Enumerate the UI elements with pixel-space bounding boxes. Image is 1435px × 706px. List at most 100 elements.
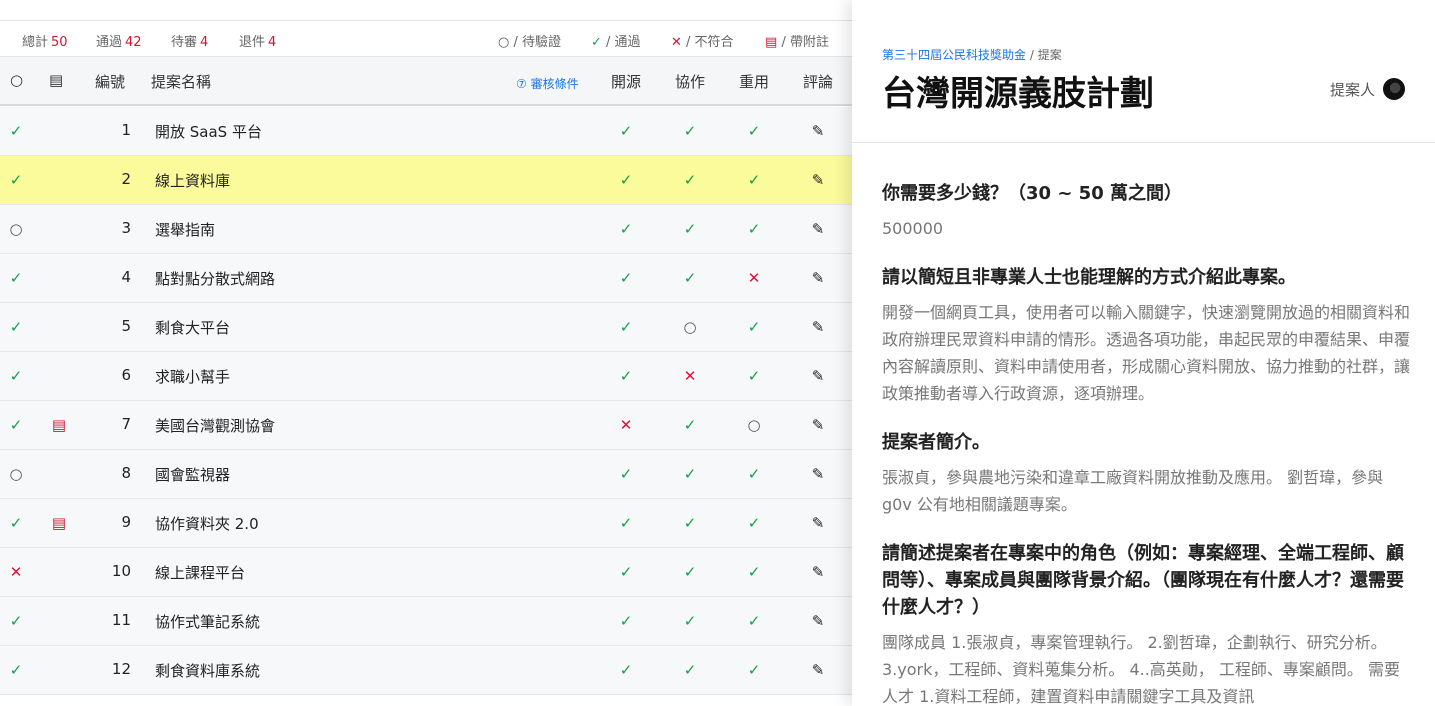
row-reuse[interactable]: ✓ [739,513,769,533]
breadcrumb-link[interactable]: 第三十四屆公民科技獎助金 [882,48,1026,62]
row-status[interactable]: ✓ [1,366,31,386]
column-open-source[interactable]: 開源 [611,71,641,92]
row-comment[interactable]: ✎ [803,415,833,435]
column-name[interactable]: 提案名稱 [151,71,211,92]
row-name[interactable]: 剩食資料庫系統 [155,660,260,681]
row-collab[interactable]: ✓ [675,611,705,631]
row-status[interactable]: ✓ [1,317,31,337]
row-comment[interactable]: ✎ [803,317,833,337]
row-open-source[interactable]: ✓ [611,317,641,337]
table-row[interactable]: ✓ ▤ 7 美國台灣觀測協會 ✕ ✓ ○ ✎ [0,401,852,450]
row-comment[interactable]: ✎ [803,219,833,239]
pencil-icon[interactable]: ✎ [812,170,825,190]
table-row[interactable]: ✓ 11 協作式筆記系統 ✓ ✓ ✓ ✎ [0,597,852,646]
pencil-icon[interactable]: ✎ [812,121,825,141]
column-collab[interactable]: 協作 [675,71,705,92]
document-icon[interactable]: ▤ [49,71,63,89]
row-comment[interactable]: ✎ [803,366,833,386]
row-status[interactable]: ✓ [1,513,31,533]
row-collab[interactable]: ✓ [675,268,705,288]
row-collab[interactable]: ✓ [675,121,705,141]
row-collab[interactable]: ✓ [675,660,705,680]
table-row[interactable]: ✓ 4 點對點分散式網路 ✓ ✓ ✕ ✎ [0,254,852,303]
row-status[interactable]: ✓ [1,121,31,141]
pencil-icon[interactable]: ✎ [812,415,825,435]
row-status[interactable]: ✓ [1,611,31,631]
column-comment[interactable]: 評論 [803,71,833,92]
pencil-icon[interactable]: ✎ [812,464,825,484]
row-comment[interactable]: ✎ [803,170,833,190]
pencil-icon[interactable]: ✎ [812,366,825,386]
row-comment[interactable]: ✎ [803,464,833,484]
row-name[interactable]: 國會監視器 [155,464,230,485]
pencil-icon[interactable]: ✎ [812,562,825,582]
row-reuse[interactable]: ✕ [739,268,769,288]
row-comment[interactable]: ✎ [803,268,833,288]
row-status[interactable]: ✕ [1,562,31,582]
stat-rejected[interactable]: 退件 4 [239,31,276,50]
row-status[interactable]: ○ [1,219,31,239]
row-reuse[interactable]: ✓ [739,660,769,680]
row-status[interactable]: ✓ [1,660,31,680]
pencil-icon[interactable]: ✎ [812,317,825,337]
row-open-source[interactable]: ✓ [611,464,641,484]
stat-pending[interactable]: 待審 4 [171,31,208,50]
row-reuse[interactable]: ✓ [739,464,769,484]
circle-icon[interactable]: ○ [10,71,23,89]
column-number[interactable]: 編號 [95,71,125,92]
row-reuse[interactable]: ✓ [739,121,769,141]
row-comment[interactable]: ✎ [803,660,833,680]
row-collab[interactable]: ✓ [675,464,705,484]
row-open-source[interactable]: ✓ [611,170,641,190]
row-comment[interactable]: ✎ [803,121,833,141]
row-collab[interactable]: ✓ [675,562,705,582]
row-reuse[interactable]: ✓ [739,317,769,337]
row-name[interactable]: 協作資料夾 2.0 [155,513,259,534]
row-open-source[interactable]: ✓ [611,121,641,141]
pencil-icon[interactable]: ✎ [812,513,825,533]
row-open-source[interactable]: ✓ [611,268,641,288]
table-row[interactable]: ○ 8 國會監視器 ✓ ✓ ✓ ✎ [0,450,852,499]
row-reuse[interactable]: ✓ [739,562,769,582]
row-open-source[interactable]: ✓ [611,513,641,533]
review-criteria-link[interactable]: ⑦ 審核條件 [516,75,579,92]
table-row[interactable]: ✓ 1 開放 SaaS 平台 ✓ ✓ ✓ ✎ [0,107,852,156]
avatar[interactable] [1383,78,1405,100]
table-row[interactable]: ✓ 2 線上資料庫 ✓ ✓ ✓ ✎ [0,156,852,205]
pencil-icon[interactable]: ✎ [812,660,825,680]
stat-passed[interactable]: 通過 42 [96,31,142,50]
row-status[interactable]: ✓ [1,268,31,288]
pencil-icon[interactable]: ✎ [812,268,825,288]
row-reuse[interactable]: ✓ [739,611,769,631]
row-collab[interactable]: ✓ [675,415,705,435]
row-open-source[interactable]: ✓ [611,366,641,386]
pencil-icon[interactable]: ✎ [812,219,825,239]
row-name[interactable]: 協作式筆記系統 [155,611,260,632]
row-name[interactable]: 線上資料庫 [155,170,230,191]
row-collab[interactable]: ✓ [675,170,705,190]
row-name[interactable]: 美國台灣觀測協會 [155,415,275,436]
row-name[interactable]: 線上課程平台 [155,562,245,583]
row-reuse[interactable]: ✓ [739,219,769,239]
row-reuse[interactable]: ○ [739,415,769,435]
row-collab[interactable]: ✓ [675,513,705,533]
table-row[interactable]: ✓ ▤ 9 協作資料夾 2.0 ✓ ✓ ✓ ✎ [0,499,852,548]
row-reuse[interactable]: ✓ [739,366,769,386]
row-open-source[interactable]: ✕ [611,415,641,435]
table-row[interactable]: ○ 3 選舉指南 ✓ ✓ ✓ ✎ [0,205,852,254]
row-status[interactable]: ✓ [1,170,31,190]
row-comment[interactable]: ✎ [803,611,833,631]
row-open-source[interactable]: ✓ [611,219,641,239]
stat-total[interactable]: 總計 50 [22,31,68,50]
row-note[interactable]: ▤ [44,415,74,435]
row-comment[interactable]: ✎ [803,562,833,582]
row-status[interactable]: ✓ [1,415,31,435]
table-row[interactable]: ✓ 12 剩食資料庫系統 ✓ ✓ ✓ ✎ [0,646,852,695]
pencil-icon[interactable]: ✎ [812,611,825,631]
table-row[interactable]: ✕ 10 線上課程平台 ✓ ✓ ✓ ✎ [0,548,852,597]
proposer[interactable]: 提案人 [1330,78,1405,100]
row-name[interactable]: 選舉指南 [155,219,215,240]
row-open-source[interactable]: ✓ [611,562,641,582]
row-name[interactable]: 剩食大平台 [155,317,230,338]
row-collab[interactable]: ○ [675,317,705,337]
